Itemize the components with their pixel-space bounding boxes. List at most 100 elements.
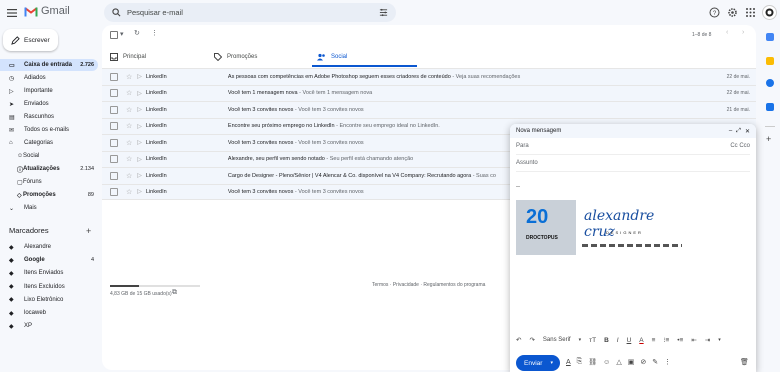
star-icon[interactable]: ☆ [126,155,132,163]
font-dropdown-icon[interactable]: ▾ [579,337,582,343]
bulleted-list-icon[interactable]: •≡ [677,337,683,344]
font-family-select[interactable]: Sans Serif [543,337,571,343]
send-button[interactable]: Enviar ▾ [516,355,560,371]
important-marker-icon[interactable]: ▷ [137,188,142,195]
label-item-5[interactable]: ◆ locaweb [0,307,98,319]
search-icon[interactable] [112,8,121,17]
text-size-icon[interactable]: тT [589,337,596,344]
category-item-1[interactable]: ⓘ Atualizações 2.134 [0,163,98,175]
apps-grid-icon[interactable] [745,7,756,18]
important-marker-icon[interactable]: ▷ [137,172,142,179]
star-icon[interactable]: ☆ [126,139,132,147]
cc-bcc-link[interactable]: Cc Cco [730,143,750,149]
indent-less-icon[interactable]: ⇤ [691,336,696,344]
tab-promocoes[interactable]: Promoções [214,47,257,67]
search-input[interactable]: Pesquisar e-mail [127,8,373,17]
important-marker-icon[interactable]: ▷ [137,106,142,113]
select-dropdown-icon[interactable]: ▾ [120,30,124,38]
help-icon[interactable]: ? [709,7,720,18]
category-item-3[interactable]: ◇ Promoções 89 [0,189,98,201]
compose-header[interactable]: Nova mensagem – ⤢ ✕ [510,124,756,138]
email-row[interactable]: ☆ ▷ LinkedIn Você tem 3 convites novos - Vo… [102,101,756,118]
sidebar-item-6[interactable]: ⌂ Categorias [0,137,98,149]
text-color-icon[interactable]: A [639,337,643,344]
close-icon[interactable]: ✕ [745,128,750,135]
attach-icon[interactable]: ⎘ [577,358,583,366]
bold-icon[interactable]: B [604,337,609,344]
row-checkbox[interactable] [110,89,118,98]
sidebar-item-3[interactable]: ➤ Enviados [0,98,98,110]
star-icon[interactable]: ☆ [126,73,132,81]
emoji-icon[interactable]: ☺ [603,359,610,366]
drive-icon[interactable]: △ [616,358,621,366]
row-checkbox[interactable] [110,171,118,180]
footer-links[interactable]: Termos · Privacidade · Regulamentos do p… [372,282,485,288]
fullscreen-icon[interactable]: ⤢ [736,128,741,135]
italic-icon[interactable]: I [617,337,619,344]
minimize-icon[interactable]: – [729,128,732,134]
filter-options-icon[interactable] [379,8,388,17]
sidebar-item-4[interactable]: ▤ Rascunhos [0,111,98,123]
email-row[interactable]: ☆ ▷ LinkedIn Você tem 1 mensagem nova - Voc… [102,84,756,101]
subject-field[interactable]: Assunto [516,155,750,172]
sidebar-item-2[interactable]: ▷ Importante [0,85,98,97]
link-icon[interactable]: ⛓ [588,358,597,366]
category-item-0[interactable]: ☺ Social [0,150,98,162]
email-row[interactable]: ☆ ▷ LinkedIn As pessoas com competências em… [102,68,756,85]
contacts-icon[interactable] [766,103,774,111]
more-options-icon[interactable]: ⋮ [151,29,158,37]
label-item-2[interactable]: ◆ Itens Enviados [0,267,98,279]
redo-icon[interactable]: ↷ [529,336,534,344]
more-button[interactable]: ⌄ Mais [0,202,98,214]
to-field[interactable]: Para Cc Cco [516,138,750,155]
label-item-1[interactable]: ◆ Google 4 [0,254,98,266]
main-menu-button[interactable] [6,7,18,19]
refresh-icon[interactable]: ↻ [134,29,140,37]
star-icon[interactable]: ☆ [126,122,132,130]
row-checkbox[interactable] [110,105,118,114]
label-item-6[interactable]: ◆ XP [0,320,98,332]
select-all-checkbox[interactable] [110,31,118,39]
gmail-logo[interactable]: Gmail [24,5,70,17]
settings-gear-icon[interactable] [727,7,738,18]
important-marker-icon[interactable]: ▷ [137,123,142,130]
search-bar[interactable]: Pesquisar e-mail [104,3,396,22]
send-options-icon[interactable]: ▾ [550,360,553,366]
tab-principal[interactable]: Principal [110,47,146,67]
category-item-2[interactable]: ▢ Fóruns [0,176,98,188]
row-checkbox[interactable] [110,155,118,164]
get-addons-icon[interactable]: + [766,134,771,144]
sidebar-item-5[interactable]: ✉ Todos os e-mails [0,124,98,136]
discard-trash-icon[interactable]: 🗑 [740,358,749,366]
row-checkbox[interactable] [110,72,118,81]
keep-icon[interactable] [766,57,774,65]
prev-page-icon[interactable]: ‹ [726,29,728,36]
signature-pen-icon[interactable]: ✎ [652,358,658,366]
label-item-0[interactable]: ◆ Alexandre [0,241,98,253]
important-marker-icon[interactable]: ▷ [137,73,142,80]
photo-icon[interactable]: ▣ [628,358,635,366]
external-link-icon[interactable]: ⧉ [172,289,177,297]
indent-more-icon[interactable]: ⇥ [705,336,710,344]
row-checkbox[interactable] [110,138,118,147]
sidebar-item-1[interactable]: ◷ Adiados [0,72,98,84]
important-marker-icon[interactable]: ▷ [137,156,142,163]
important-marker-icon[interactable]: ▷ [137,139,142,146]
add-label-icon[interactable]: + [86,226,91,236]
row-checkbox[interactable] [110,187,118,196]
more-formatting-icon[interactable]: ▾ [718,337,721,343]
undo-icon[interactable]: ↶ [516,336,521,344]
star-icon[interactable]: ☆ [126,89,132,97]
star-icon[interactable]: ☆ [126,172,132,180]
star-icon[interactable]: ☆ [126,188,132,196]
storage-text[interactable]: 4,83 GB de 15 GB usado(s) [110,291,172,297]
lock-icon[interactable]: ⊘ [640,358,646,366]
compose-button[interactable]: Escrever [3,29,58,51]
star-icon[interactable]: ☆ [126,106,132,114]
numbered-list-icon[interactable]: ⁝≡ [663,336,669,344]
label-item-3[interactable]: ◆ Itens Excluídos [0,281,98,293]
align-icon[interactable]: ≡ [652,337,656,344]
underline-icon[interactable]: U [627,337,632,344]
next-page-icon[interactable]: › [742,29,744,36]
important-marker-icon[interactable]: ▷ [137,90,142,97]
